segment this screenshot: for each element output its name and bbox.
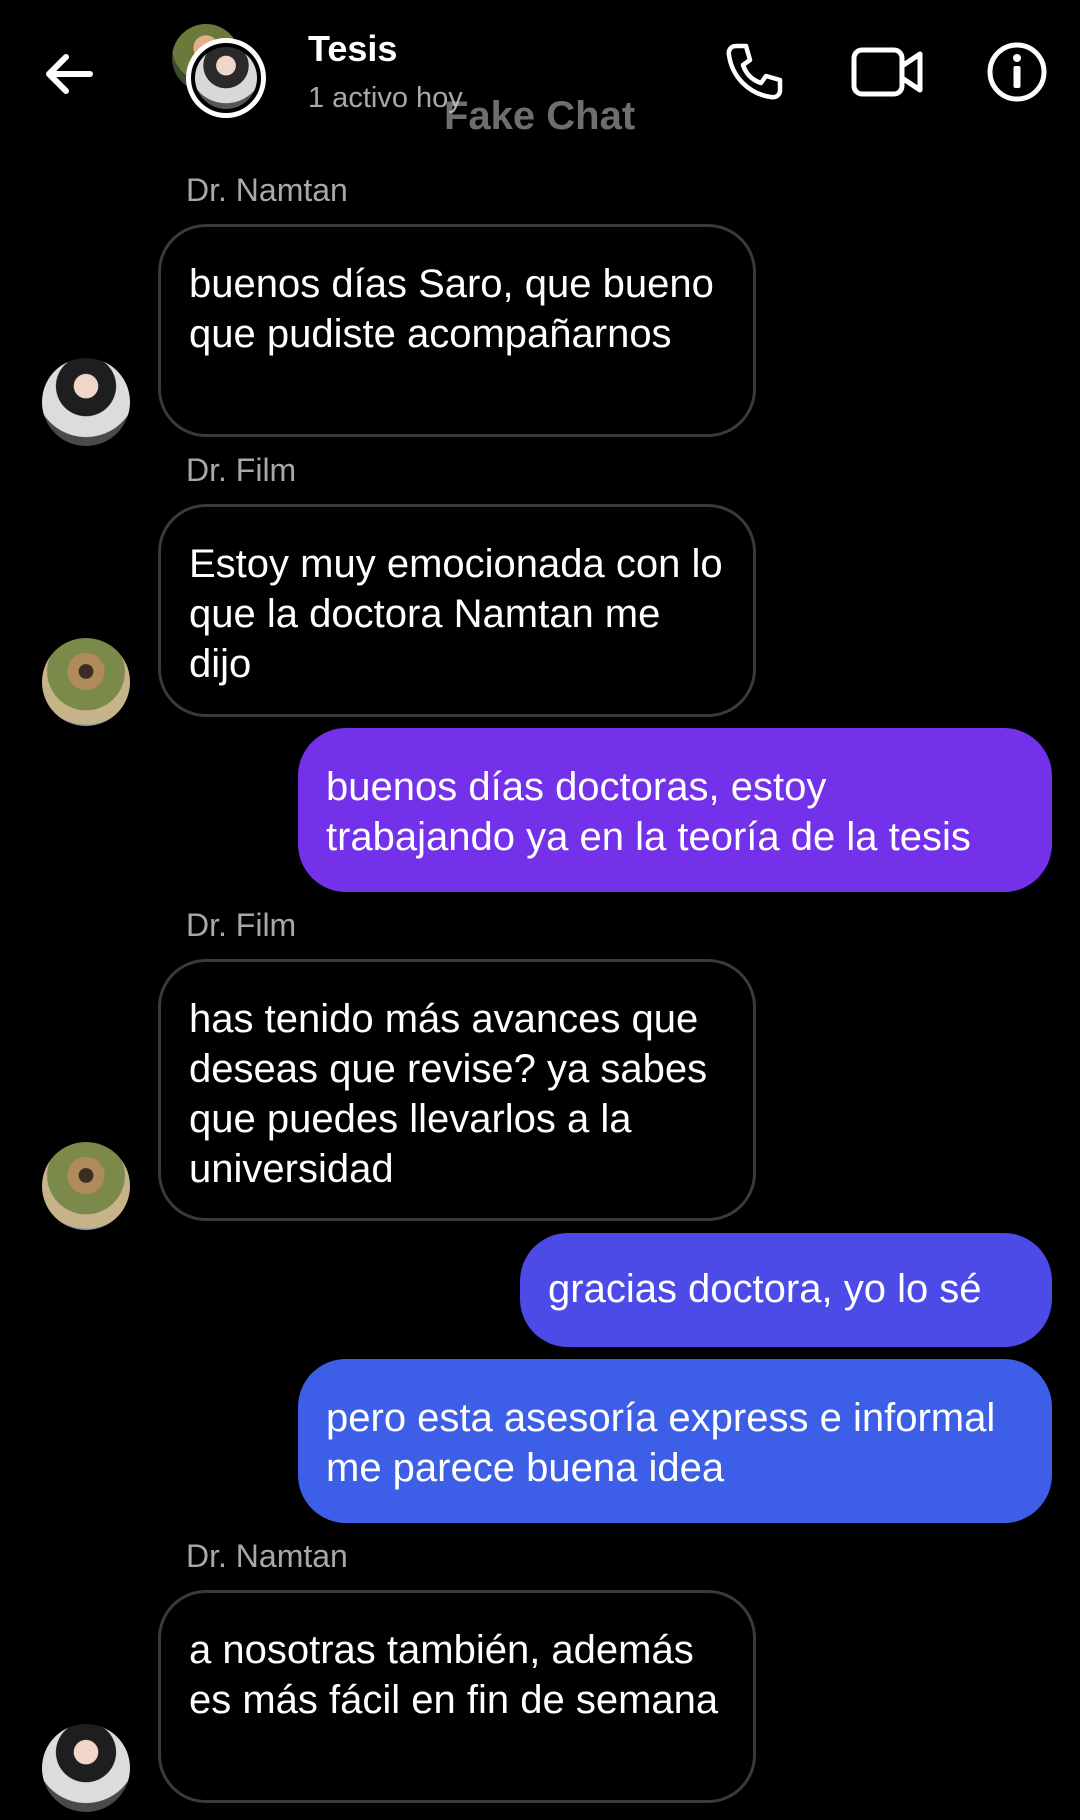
received-message[interactable]: has tenido más avances que deseas que re… bbox=[158, 959, 756, 1221]
sender-name: Dr. Namtan bbox=[186, 1538, 348, 1574]
phone-call-icon[interactable] bbox=[722, 40, 786, 104]
group-avatar[interactable] bbox=[172, 24, 272, 124]
received-message[interactable]: Estoy muy emocionada con lo que la docto… bbox=[158, 504, 756, 717]
member-avatar-front bbox=[186, 38, 266, 118]
sender-name: Dr. Namtan bbox=[186, 172, 348, 208]
sent-message[interactable]: pero esta asesoría express e informal me… bbox=[298, 1359, 1052, 1523]
chat-title[interactable]: Tesis bbox=[308, 28, 397, 70]
avatar-dr-namtan[interactable] bbox=[42, 1724, 130, 1812]
back-arrow-icon[interactable] bbox=[40, 44, 100, 104]
avatar-dr-namtan[interactable] bbox=[42, 358, 130, 446]
avatar-dr-film[interactable] bbox=[42, 1142, 130, 1230]
sender-name: Dr. Film bbox=[186, 452, 297, 488]
received-message[interactable]: a nosotras también, además es más fácil … bbox=[158, 1590, 756, 1803]
received-message[interactable]: buenos días Saro, que bueno que pudiste … bbox=[158, 224, 756, 437]
watermark: Fake Chat bbox=[444, 94, 636, 138]
video-call-icon[interactable] bbox=[850, 40, 924, 104]
avatar-dr-film[interactable] bbox=[42, 638, 130, 726]
active-status: 1 activo hoy bbox=[308, 82, 463, 114]
info-icon[interactable] bbox=[985, 40, 1049, 104]
sent-message[interactable]: buenos días doctoras, estoy trabajando y… bbox=[298, 728, 1052, 892]
sent-message[interactable]: gracias doctora, yo lo sé bbox=[520, 1233, 1052, 1347]
sender-name: Dr. Film bbox=[186, 907, 297, 943]
chat-header: Tesis 1 activo hoy Fake Chat bbox=[0, 0, 1080, 150]
